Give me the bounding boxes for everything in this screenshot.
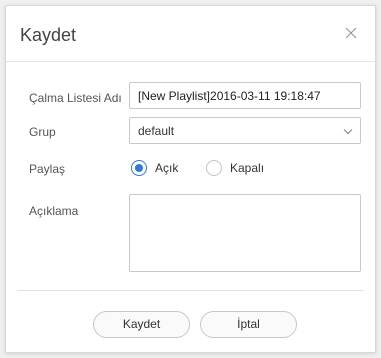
chevron-down-icon [343, 128, 353, 135]
cancel-button[interactable]: İptal [200, 311, 297, 338]
close-button[interactable] [343, 25, 359, 41]
share-option-closed-label: Kapalı [230, 161, 265, 175]
group-select-value: default [138, 124, 175, 138]
dialog-title: Kaydet [20, 25, 77, 45]
radio-open-circle[interactable] [131, 160, 147, 176]
close-icon [345, 27, 357, 39]
playlist-name-input[interactable] [129, 82, 361, 109]
description-textarea[interactable] [129, 194, 361, 272]
footer-divider [17, 290, 364, 291]
save-button[interactable]: Kaydet [93, 311, 190, 338]
radio-closed-circle[interactable] [206, 160, 222, 176]
group-label: Grup [29, 125, 56, 139]
description-label: Açıklama [29, 204, 79, 218]
group-select[interactable]: default [129, 117, 361, 144]
share-option-open-label: Açık [155, 161, 179, 175]
save-playlist-dialog: Kaydet Çalma Listesi Adı Grup default Pa… [5, 5, 376, 353]
share-label: Paylaş [29, 162, 66, 176]
playlist-name-label: Çalma Listesi Adı [29, 91, 122, 105]
dialog-header: Kaydet [6, 6, 375, 62]
